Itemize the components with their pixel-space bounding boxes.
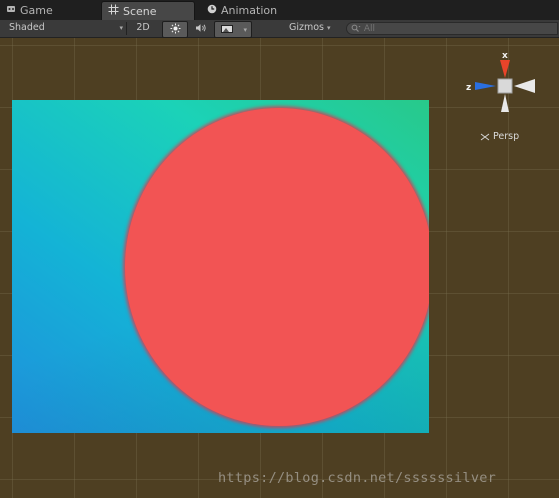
tab-scene[interactable]: Scene: [101, 1, 195, 21]
orientation-gizmo[interactable]: x z: [463, 46, 553, 136]
shading-mode-dropdown[interactable]: Shaded ▾: [9, 20, 123, 37]
ui-canvas-rect[interactable]: [12, 100, 429, 433]
sun-icon: [170, 23, 181, 34]
scene-grid-icon: [108, 2, 119, 22]
hierarchy-search-field[interactable]: [346, 22, 558, 35]
game-icon: [6, 0, 16, 22]
unity-editor-window: Game Scene Animation Shaded ▾ 2D ▾ Gizmo…: [0, 0, 559, 498]
y-axis-cone[interactable]: [500, 60, 510, 78]
tab-game[interactable]: Game: [0, 0, 96, 20]
dropdown-arrow-icon: ▾: [243, 26, 247, 34]
watermark-text: https://blog.csdn.net/ssssssilver: [218, 470, 497, 486]
shading-mode-label: Shaded: [9, 22, 45, 33]
mode-2d-toggle[interactable]: 2D: [129, 20, 157, 37]
tab-label: Game: [20, 4, 53, 17]
dropdown-arrow-icon: ▾: [327, 24, 331, 32]
search-icon: [351, 23, 364, 33]
gizmo-center-cube[interactable]: [497, 78, 513, 94]
projection-toggle[interactable]: Persp: [480, 131, 519, 142]
image-effects-dropdown[interactable]: ▾: [214, 21, 252, 38]
scene-toolbar: Shaded ▾ 2D ▾ Gizmos ▾ All: [0, 20, 559, 38]
tab-label: Scene: [123, 5, 157, 18]
animation-clock-icon: [207, 0, 217, 22]
x-axis-cone[interactable]: [514, 79, 535, 93]
scene-audio-toggle[interactable]: [192, 20, 210, 37]
neg-y-axis-cone[interactable]: [501, 94, 509, 112]
image-effects-icon: [221, 25, 233, 33]
z-axis-cone[interactable]: [475, 82, 496, 90]
projection-label: Persp: [493, 131, 520, 142]
gizmos-label: Gizmos: [289, 22, 325, 33]
dropdown-arrow-icon: ▾: [119, 24, 123, 32]
search-input[interactable]: [363, 23, 544, 34]
tab-label: Animation: [221, 4, 278, 17]
scene-viewport[interactable]: x z Persp https://blog.csdn.net/ssssssil…: [0, 38, 559, 498]
speaker-icon: [195, 22, 207, 33]
red-circle-sprite[interactable]: [125, 108, 429, 426]
gizmo-z-label: z: [466, 83, 471, 93]
window-tab-bar: Game Scene Animation: [0, 0, 559, 21]
tab-animation[interactable]: Animation: [201, 0, 321, 20]
toolbar-divider: [126, 22, 127, 35]
gizmos-dropdown[interactable]: Gizmos ▾: [289, 20, 341, 37]
gizmo-x-label: x: [502, 51, 508, 61]
scene-lighting-toggle[interactable]: [162, 21, 188, 38]
perspective-icon: [480, 131, 493, 142]
